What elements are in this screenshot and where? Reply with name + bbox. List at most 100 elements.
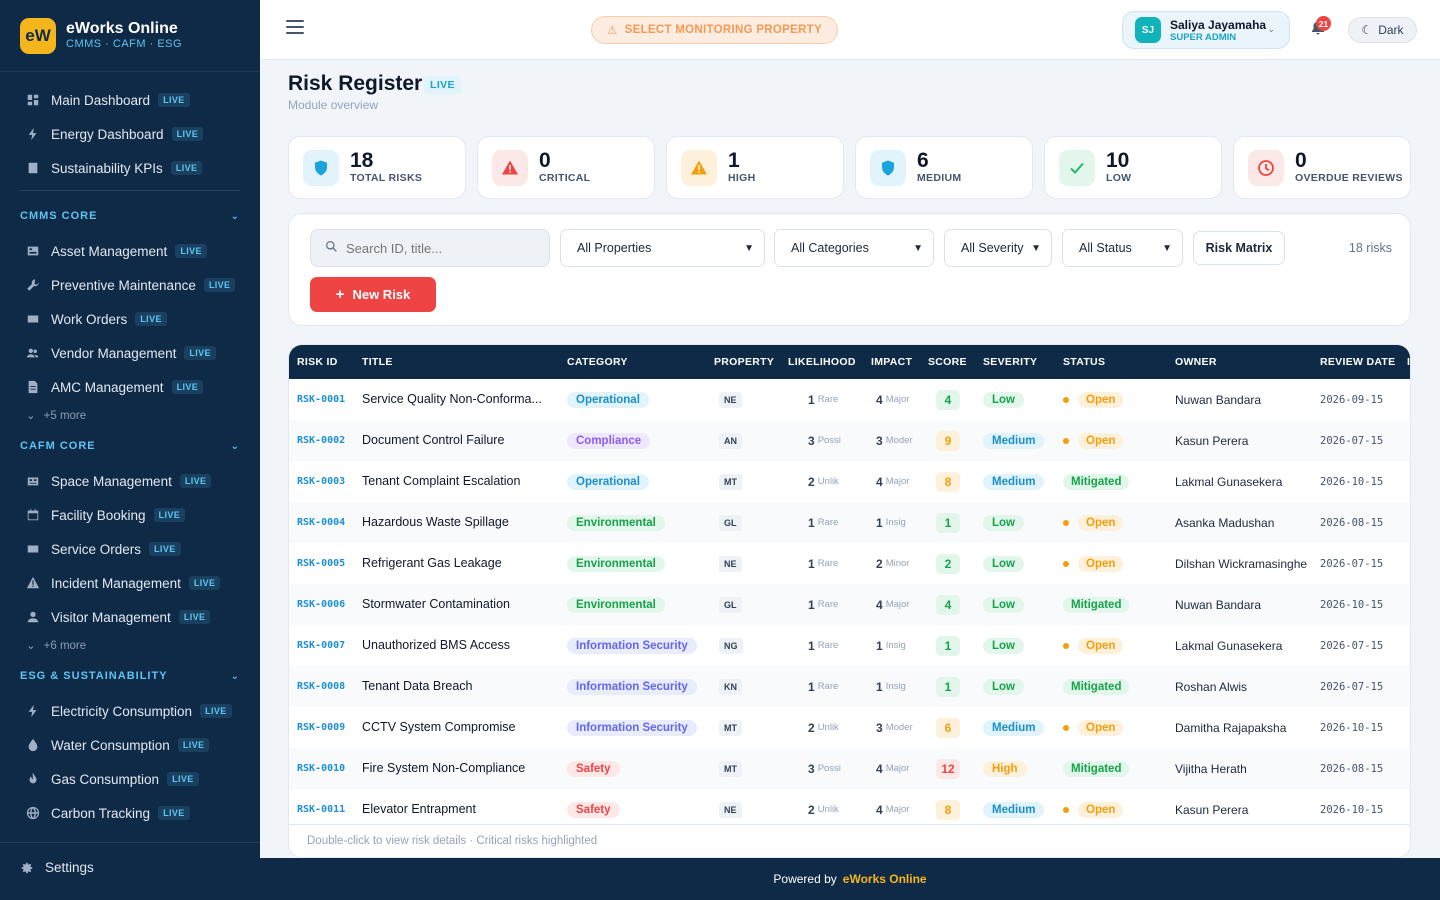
sidebar-item-facility-booking[interactable]: Facility Booking LIVE [0,498,260,532]
menu-icon[interactable] [286,20,304,40]
column-header-status[interactable]: STATUS [1063,356,1105,368]
select-monitoring-property-button[interactable]: ⚠ SELECT MONITORING PROPERTY [591,16,838,44]
stat-card-medium[interactable]: 6 MEDIUM [855,136,1033,199]
column-header-category[interactable]: CATEGORY [567,356,628,368]
table-row[interactable]: RSK-0006 Stormwater Contamination Environm… [289,584,1410,625]
column-header-risk-id[interactable]: RISK ID [297,356,338,368]
status-badge: Mitigated [1063,760,1130,777]
sidebar-item-space-management[interactable]: Space Management LIVE [0,464,260,498]
table-row[interactable]: RSK-0001 Service Quality Non-Conforma... O… [289,379,1410,420]
search-box[interactable] [310,229,550,267]
sidebar-item-gas-consumption[interactable]: Gas Consumption LIVE [0,762,260,796]
search-input[interactable] [346,240,536,256]
sidebar-item-label: AMC Management [51,379,164,395]
sidebar-item-electricity-consumption[interactable]: Electricity Consumption LIVE [0,694,260,728]
sidebar-item-label: Main Dashboard [51,92,151,108]
sidebar-item-main-dashboard[interactable]: Main Dashboard LIVE [0,83,260,117]
column-header-likelihood[interactable]: LIKELIHOOD [788,356,856,368]
sidebar-item-work-orders[interactable]: Work Orders LIVE [0,302,260,336]
table-row[interactable]: RSK-0010 Fire System Non-Compliance Safety… [289,748,1410,789]
risk-id[interactable]: RSK-0001 [297,394,345,405]
category-filter[interactable]: All Categories ▼ [774,229,934,267]
column-header-impact[interactable]: IMPACT [871,356,912,368]
risk-matrix-button[interactable]: Risk Matrix [1193,231,1285,265]
impact-label: Insig [885,517,906,528]
section-cmms-core[interactable]: CMMS CORE ⌄ [20,210,240,222]
risk-id[interactable]: RSK-0010 [297,763,345,774]
impact-label: Insig [885,681,906,692]
column-header-title[interactable]: TITLE [362,356,393,368]
column-header-severity[interactable]: SEVERITY [983,356,1037,368]
moon-icon: ☾ [1361,23,1373,37]
risk-id[interactable]: RSK-0009 [297,722,345,733]
risk-id[interactable]: RSK-0003 [297,476,345,487]
column-header-score[interactable]: SCORE [928,356,967,368]
theme-toggle[interactable]: ☾ Dark [1348,17,1417,43]
table-row[interactable]: RSK-0008 Tenant Data Breach Information Se… [289,666,1410,707]
stat-card-overdue-reviews[interactable]: 0 OVERDUE REVIEWS [1233,136,1411,199]
show-more-link[interactable]: ⌄ +6 more [26,638,86,652]
status-filter[interactable]: All Status ▼ [1062,229,1183,267]
gear-icon [20,861,34,875]
property-filter[interactable]: All Properties ▼ [560,229,765,267]
section-cafm-core[interactable]: CAFM CORE ⌄ [20,440,240,452]
table-row[interactable]: RSK-0005 Refrigerant Gas Leakage Environme… [289,543,1410,584]
column-header-property[interactable]: PROPERTY [714,356,774,368]
likelihood-value: 1 [808,679,815,694]
risk-id[interactable]: RSK-0011 [297,804,345,815]
settings-link[interactable]: Settings [20,860,94,875]
status-dot [1063,437,1069,444]
review-date: 2026-10-15 [1320,475,1384,488]
column-header-i[interactable]: I [1407,356,1410,368]
table-row[interactable]: RSK-0009 CCTV System Compromise Informatio… [289,707,1410,748]
sidebar-item-incident-management[interactable]: Incident Management LIVE [0,566,260,600]
show-more-link[interactable]: ⌄ +5 more [26,408,86,422]
sidebar-item-service-orders[interactable]: Service Orders LIVE [0,532,260,566]
sidebar-item-amc-management[interactable]: AMC Management LIVE [0,370,260,404]
sidebar-item-preventive-maintenance[interactable]: Preventive Maintenance LIVE [0,268,260,302]
sidebar-item-energy-dashboard[interactable]: Energy Dashboard LIVE [0,117,260,151]
table-row[interactable]: RSK-0003 Tenant Complaint Escalation Opera… [289,461,1410,502]
sidebar-item-carbon-tracking[interactable]: Carbon Tracking LIVE [0,796,260,830]
status-badge: Mitigated [1063,678,1130,695]
impact-label: Major [885,763,910,774]
category-badge: Environmental [567,514,665,531]
sidebar-item-asset-management[interactable]: Asset Management LIVE [0,234,260,268]
status-badge: Open [1078,801,1124,818]
table-row[interactable]: RSK-0004 Hazardous Waste Spillage Environm… [289,502,1410,543]
risk-id[interactable]: RSK-0005 [297,558,345,569]
risk-id[interactable]: RSK-0006 [297,599,345,610]
column-header-owner[interactable]: OWNER [1175,356,1217,368]
brand[interactable]: eW eWorks Online CMMS · CAFM · ESG [0,0,260,72]
severity-filter[interactable]: All Severity ▼ [944,229,1052,267]
column-header-review-date[interactable]: REVIEW DATE [1320,356,1395,368]
people-icon [26,346,40,360]
impact-value: 4 [876,474,883,489]
user-menu[interactable]: SJ Saliya Jayamaha SUPER ADMIN ⌄ [1122,11,1290,49]
risk-title: CCTV System Compromise [362,720,516,734]
sidebar-item-vendor-management[interactable]: Vendor Management LIVE [0,336,260,370]
risk-table: RISK ID TITLE CATEGORY PROPERTY LIKELIHOOD IM… [288,344,1411,858]
risk-id[interactable]: RSK-0002 [297,435,345,446]
section-esg-sustainability[interactable]: ESG & SUSTAINABILITY ⌄ [20,670,240,682]
table-row[interactable]: RSK-0007 Unauthorized BMS Access Informati… [289,625,1410,666]
category-badge: Operational [567,391,649,408]
stat-card-total-risks[interactable]: 18 TOTAL RISKS [288,136,466,199]
check-icon [1059,149,1095,186]
table-row[interactable]: RSK-0002 Document Control Failure Complian… [289,420,1410,461]
new-risk-button[interactable]: + New Risk [310,277,436,312]
risk-id[interactable]: RSK-0008 [297,681,345,692]
risk-id[interactable]: RSK-0004 [297,517,345,528]
sidebar-item-sustainability-kpis[interactable]: Sustainability KPIs LIVE [0,151,260,185]
sidebar-item-visitor-management[interactable]: Visitor Management LIVE [0,600,260,634]
category-badge: Information Security [567,637,697,654]
section-title: ESG & SUSTAINABILITY [20,670,168,682]
stat-card-high[interactable]: 1 HIGH [666,136,844,199]
stat-card-low[interactable]: 10 LOW [1044,136,1222,199]
live-badge: LIVE [200,704,232,718]
risk-id[interactable]: RSK-0007 [297,640,345,651]
sidebar-item-water-consumption[interactable]: Water Consumption LIVE [0,728,260,762]
stat-card-critical[interactable]: 0 CRITICAL [477,136,655,199]
score-badge: 8 [936,799,960,820]
page-subtitle: Module overview [288,98,379,112]
